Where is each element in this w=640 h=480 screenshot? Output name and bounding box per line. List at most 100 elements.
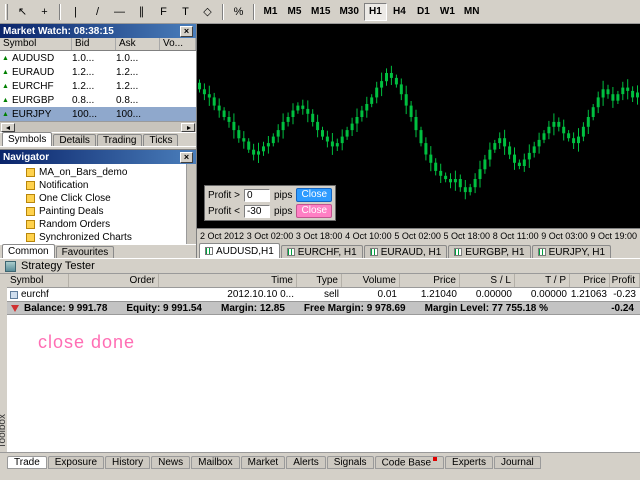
navigator-item[interactable]: MA_on_Bars_demo — [0, 166, 196, 179]
tab-details[interactable]: Details — [53, 134, 96, 146]
timeframe-mn-button[interactable]: MN — [460, 3, 484, 21]
chart-icon — [538, 248, 546, 256]
navigator-item[interactable]: Random Orders — [0, 218, 196, 231]
market-watch-titlebar[interactable]: Market Watch: 08:38:15 × — [0, 24, 196, 38]
ask-value: 100... — [116, 109, 160, 120]
chart-tab-eurgbp[interactable]: EURGBP, H1 — [448, 245, 530, 258]
market-watch-row[interactable]: ▲EURCHF 1.2... 1.2... — [0, 79, 196, 93]
tab-mailbox[interactable]: Mailbox — [191, 456, 239, 469]
tab-trade[interactable]: Trade — [7, 456, 47, 469]
market-watch-row[interactable]: ▲AUDUSD 1.0... 1.0... — [0, 51, 196, 65]
market-watch-row[interactable]: ▲EURAUD 1.2... 1.2... — [0, 65, 196, 79]
profit-gt-input[interactable] — [244, 189, 270, 202]
tab-news[interactable]: News — [151, 456, 190, 469]
trendline-icon[interactable]: / — [87, 3, 108, 21]
tab-signals[interactable]: Signals — [327, 456, 374, 469]
fibonacci-icon[interactable]: F — [153, 3, 174, 21]
vertical-line-icon[interactable]: | — [65, 3, 86, 21]
column-sl[interactable]: S / L — [460, 274, 515, 287]
navigator-item[interactable]: Notification — [0, 179, 196, 192]
column-volume[interactable]: Vo... — [160, 38, 196, 50]
order-icon — [10, 291, 18, 299]
column-type[interactable]: Type — [297, 274, 342, 287]
script-icon — [26, 181, 35, 190]
horizontal-scrollbar[interactable] — [0, 121, 196, 132]
column-volume[interactable]: Volume — [342, 274, 400, 287]
shapes-icon[interactable]: ◇ — [197, 3, 218, 21]
column-symbol[interactable]: Symbol — [7, 274, 69, 287]
chart-tab-eurjpy[interactable]: EURJPY, H1 — [532, 245, 612, 258]
navigator-item[interactable]: Painting Deals — [0, 205, 196, 218]
column-time[interactable]: Time — [159, 274, 297, 287]
profit-lt-input[interactable] — [244, 205, 270, 218]
close-icon[interactable]: × — [180, 152, 193, 163]
toolbox-vertical-label[interactable]: Toolbox — [0, 414, 8, 448]
tab-common[interactable]: Common — [2, 244, 55, 258]
tick-up-icon: ▲ — [2, 55, 9, 62]
chart-tab-audusd[interactable]: AUDUSD,H1 — [199, 243, 280, 258]
chart-icon — [205, 247, 213, 255]
tab-history[interactable]: History — [105, 456, 150, 469]
navigator-item-label: Random Orders — [39, 219, 110, 230]
crosshair-icon[interactable]: + — [34, 3, 55, 21]
timeframe-m5-button[interactable]: M5 — [283, 3, 306, 21]
trade-table-header: Symbol Order Time Type Volume Price S / … — [7, 274, 640, 288]
tab-market[interactable]: Market — [241, 456, 286, 469]
column-tp[interactable]: T / P — [515, 274, 570, 287]
percent-icon[interactable]: % — [228, 3, 249, 21]
candlestick-chart[interactable]: Profit > pips Close Profit < pips Close — [197, 24, 640, 228]
timeframe-d1-button[interactable]: D1 — [412, 3, 435, 21]
tab-ticks[interactable]: Ticks — [143, 134, 178, 146]
timeframe-m30-button[interactable]: M30 — [335, 3, 362, 21]
horizontal-line-icon[interactable]: — — [109, 3, 130, 21]
navigator-titlebar[interactable]: Navigator × — [0, 150, 196, 164]
column-price[interactable]: Price — [400, 274, 460, 287]
cursor-icon[interactable]: ↖ — [12, 3, 33, 21]
timeframe-m1-button[interactable]: M1 — [259, 3, 282, 21]
timeframe-w1-button[interactable]: W1 — [436, 3, 459, 21]
navigator-item[interactable]: Synchronized Charts — [0, 231, 196, 244]
market-watch-row-selected[interactable]: ▲EURJPY 100... 100... — [0, 107, 196, 121]
vertical-scrollbar[interactable] — [186, 164, 196, 244]
chart-icon — [454, 248, 462, 256]
column-order[interactable]: Order — [69, 274, 159, 287]
close-icon[interactable]: × — [180, 26, 193, 37]
close-below-button[interactable]: Close — [296, 204, 332, 218]
account-summary-row[interactable]: Balance: 9 991.78 Equity: 9 991.54 Margi… — [7, 301, 640, 315]
navigator-item[interactable]: One Click Close — [0, 192, 196, 205]
toolbar-grip[interactable] — [5, 4, 8, 20]
column-bid[interactable]: Bid — [72, 38, 116, 50]
tab-journal[interactable]: Journal — [494, 456, 541, 469]
navigator-tabs: Common Favourites — [0, 244, 196, 258]
toolbar-separator — [59, 4, 61, 20]
navigator-tree: MA_on_Bars_demo Notification One Click C… — [0, 164, 196, 244]
tab-symbols[interactable]: Symbols — [2, 132, 52, 146]
close-above-button[interactable]: Close — [296, 188, 332, 202]
scroll-left-icon[interactable] — [1, 123, 15, 132]
column-ask[interactable]: Ask — [116, 38, 160, 50]
text-icon[interactable]: T — [175, 3, 196, 21]
chart-icon — [370, 248, 378, 256]
tab-alerts[interactable]: Alerts — [286, 456, 326, 469]
tab-exposure[interactable]: Exposure — [48, 456, 104, 469]
timeframe-h1-button[interactable]: H1 — [364, 3, 387, 21]
chart-tab-label: EURAUD, H1 — [381, 247, 442, 258]
margin-level-value: Margin Level: 77 755.18 % — [425, 303, 548, 314]
timeframe-m15-button[interactable]: M15 — [307, 3, 334, 21]
tab-code-base[interactable]: Code Base — [375, 456, 444, 469]
tab-trading[interactable]: Trading — [97, 134, 143, 146]
trade-order-row[interactable]: eurchf 2012.10.10 0... sell 0.01 1.21040… — [7, 288, 640, 301]
chart-tab-euraud[interactable]: EURAUD, H1 — [364, 245, 448, 258]
tab-experts[interactable]: Experts — [445, 456, 493, 469]
tab-favourites[interactable]: Favourites — [56, 246, 115, 258]
timeframe-h4-button[interactable]: H4 — [388, 3, 411, 21]
chart-tab-eurchf[interactable]: EURCHF, H1 — [281, 245, 363, 258]
strategy-tester-bar[interactable]: Strategy Tester — [0, 258, 640, 274]
column-current-price[interactable]: Price — [570, 274, 610, 287]
market-watch-row[interactable]: ▲EURGBP 0.8... 0.8... — [0, 93, 196, 107]
chart-tab-label: EURCHF, H1 — [298, 247, 357, 258]
channel-icon[interactable]: ∥ — [131, 3, 152, 21]
column-symbol[interactable]: Symbol — [0, 38, 72, 50]
column-profit[interactable]: Profit — [610, 274, 640, 287]
scroll-right-icon[interactable] — [181, 123, 195, 132]
